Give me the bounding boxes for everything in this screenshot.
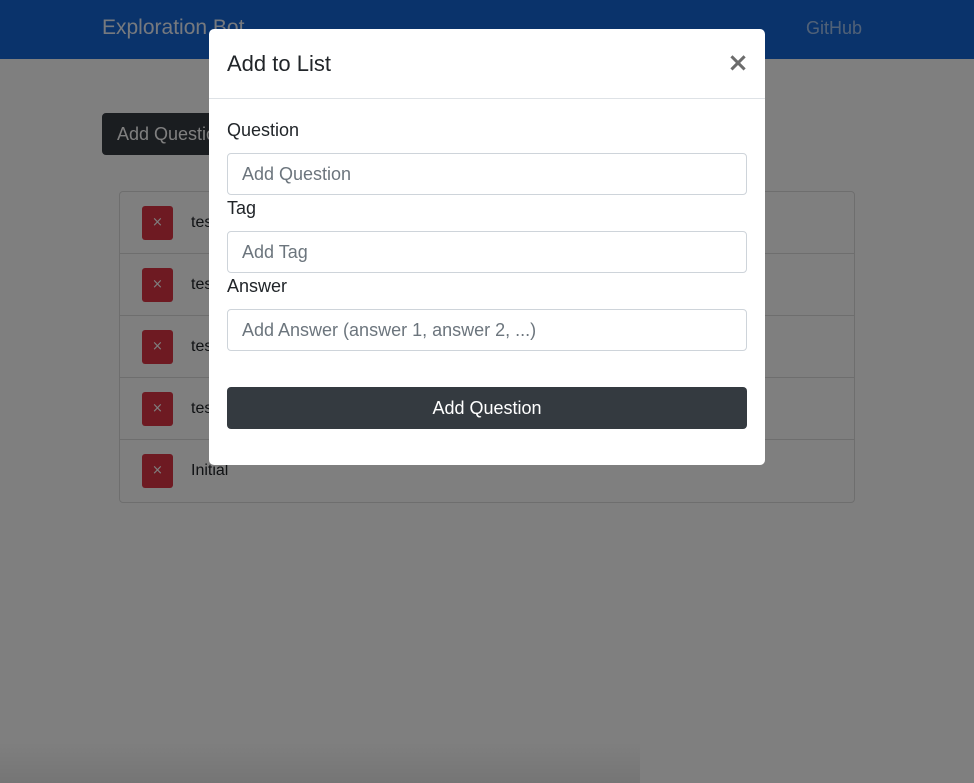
question-label: Question [227, 120, 300, 140]
submit-question-button[interactable]: Add Question [227, 387, 747, 429]
modal-title: Add to List [227, 51, 331, 76]
close-button[interactable]: × [727, 49, 749, 77]
page-shadow [0, 742, 640, 783]
answer-input[interactable] [227, 309, 747, 351]
question-input[interactable] [227, 153, 747, 195]
modal-header: Add to List × [209, 29, 765, 99]
answer-label: Answer [227, 276, 288, 296]
tag-label: Tag [227, 198, 257, 218]
tag-input[interactable] [227, 231, 747, 273]
add-to-list-modal: Add to List × Question Tag Answer Add Qu… [209, 29, 765, 465]
